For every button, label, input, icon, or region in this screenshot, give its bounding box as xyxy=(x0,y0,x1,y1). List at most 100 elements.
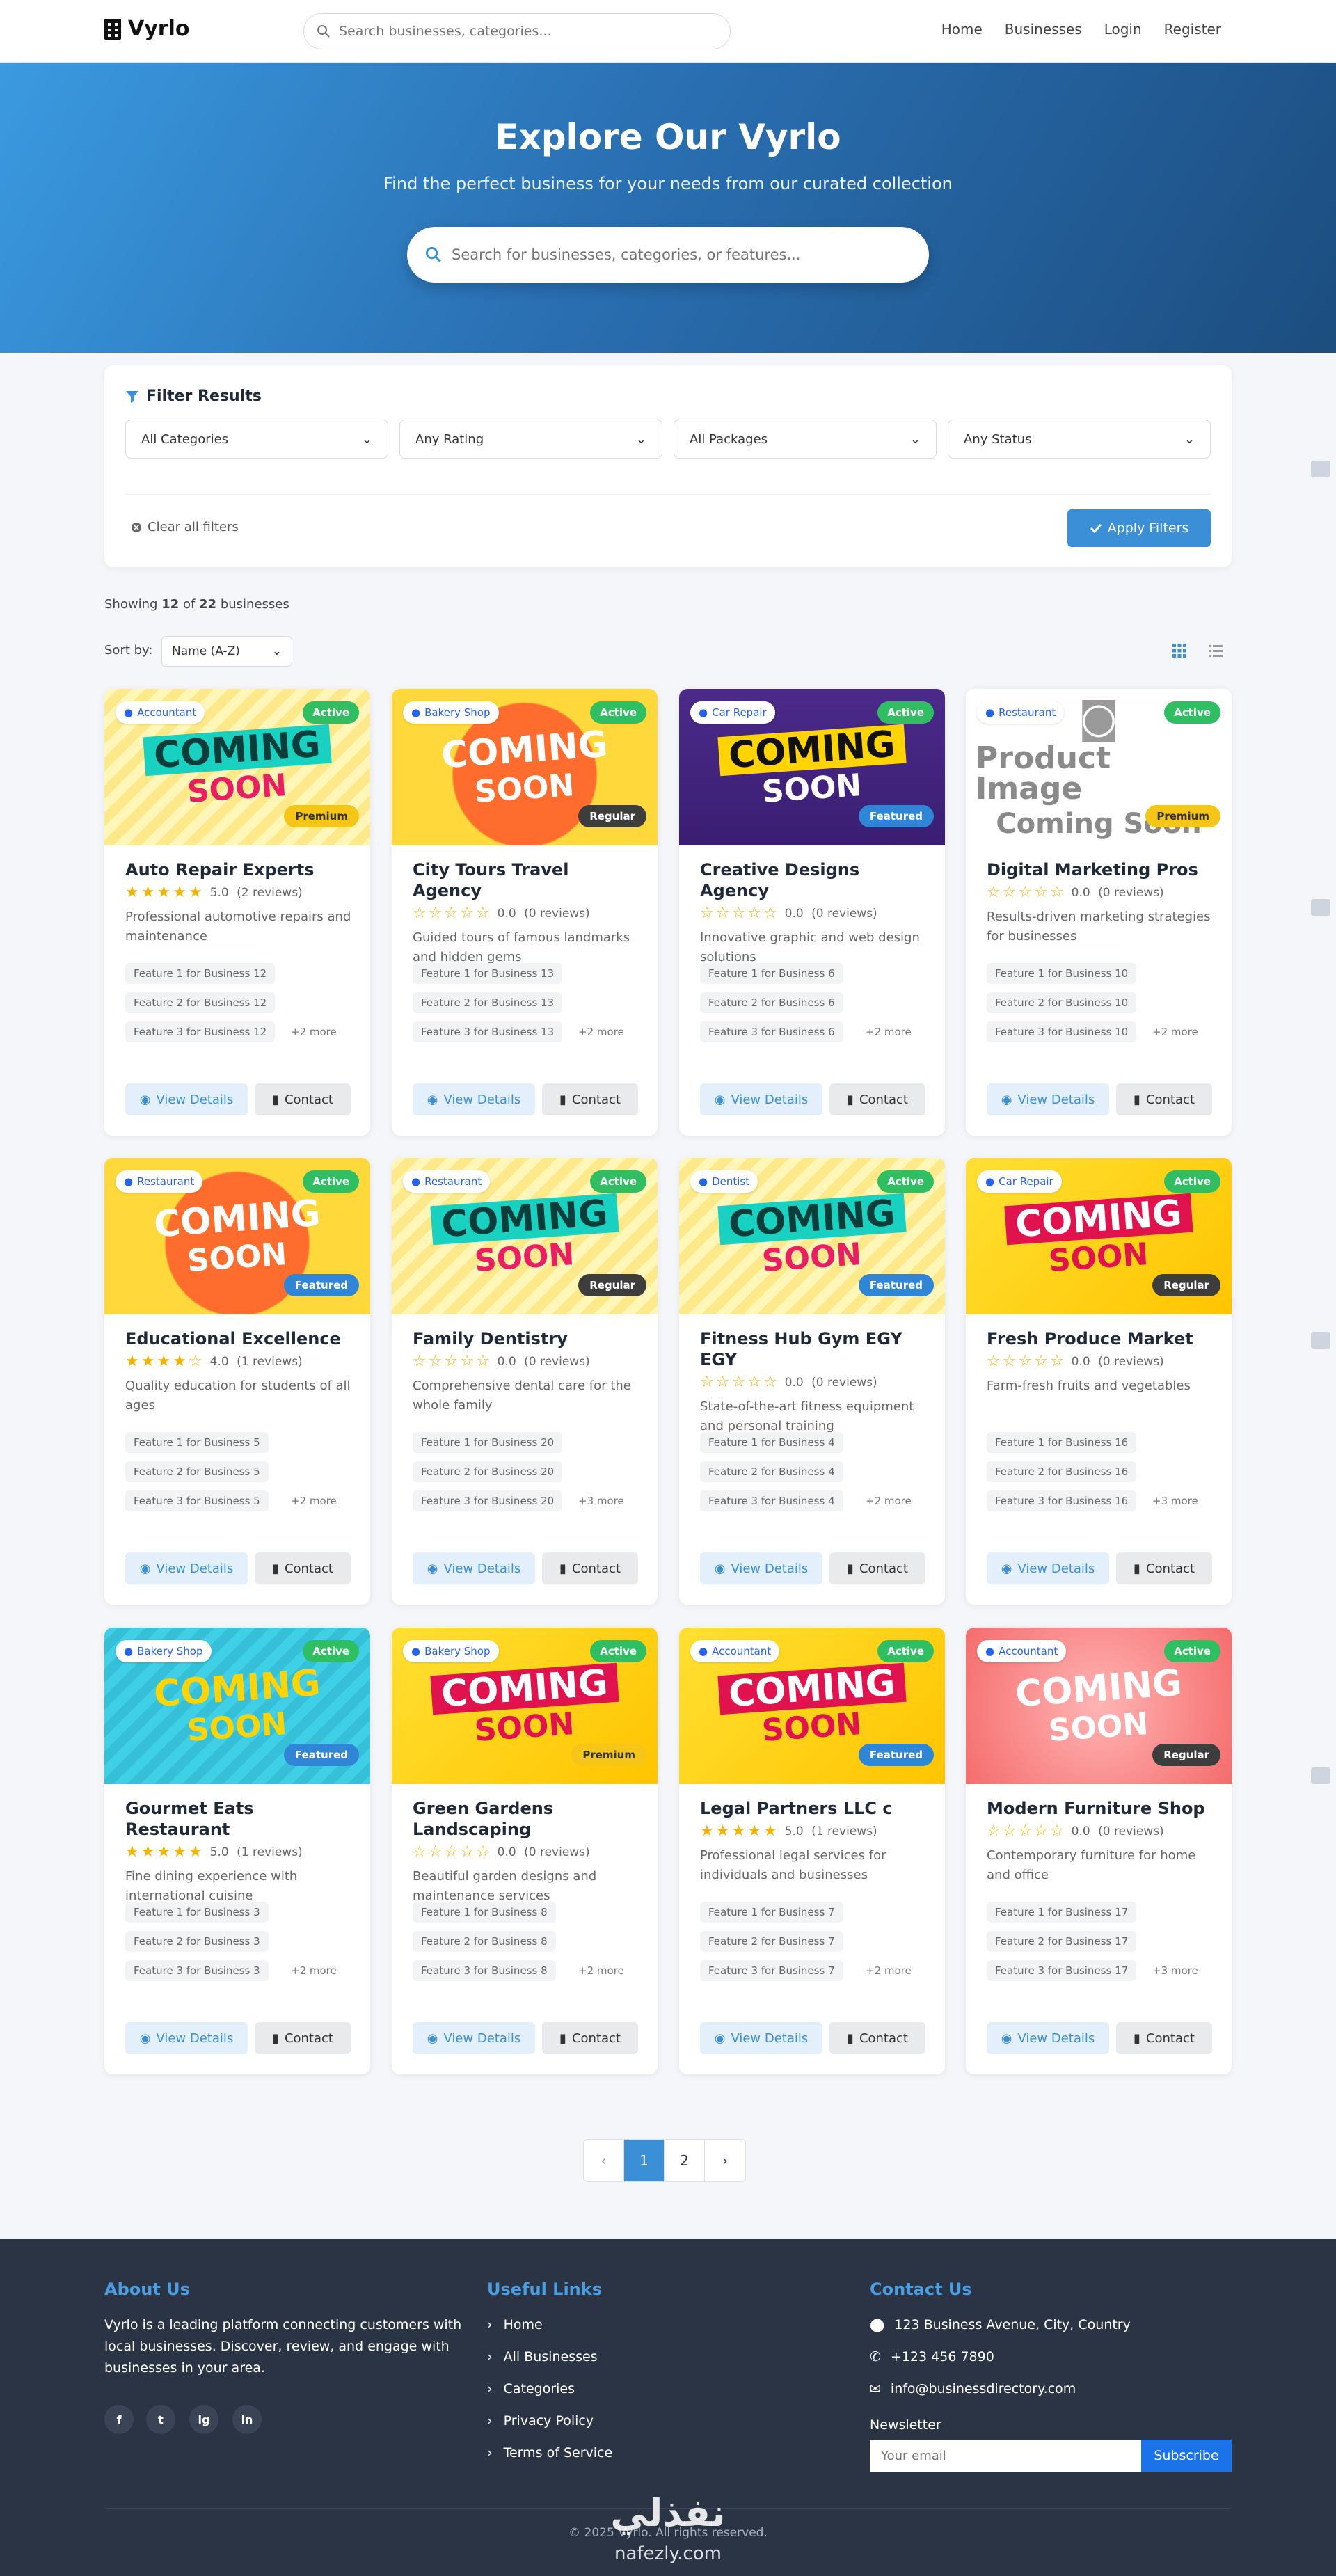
business-image[interactable]: COMING SOON ● Car Repair Active Regular xyxy=(966,1158,1232,1314)
contact-button[interactable]: ▮ Contact xyxy=(829,1083,925,1115)
business-card[interactable]: COMING SOON ● Dentist Active Featured Fit… xyxy=(679,1158,945,1605)
business-name[interactable]: Digital Marketing Pros xyxy=(987,859,1216,880)
view-details-button[interactable]: ◉ View Details xyxy=(987,1083,1109,1115)
business-image[interactable]: COMING SOON ● Bakery Shop Active Regular xyxy=(392,689,658,845)
star-empty-icon: ☆ xyxy=(428,1843,443,1861)
business-name[interactable]: Educational Excellence xyxy=(125,1328,355,1349)
business-name[interactable]: Legal Partners LLC c xyxy=(700,1798,930,1819)
business-name[interactable]: Modern Furniture Shop xyxy=(987,1798,1216,1819)
business-name[interactable]: Green Gardens Landscaping xyxy=(413,1798,642,1840)
category-select[interactable]: All Categories ⌄ xyxy=(125,420,388,459)
page-1-button[interactable]: 1 xyxy=(624,2140,665,2181)
business-name[interactable]: Fresh Produce Market xyxy=(987,1328,1216,1349)
business-card[interactable]: ◙ Product Image Coming Soon ● Restaurant … xyxy=(966,689,1232,1136)
instagram-icon[interactable]: ig xyxy=(189,2405,218,2434)
footer-link-home[interactable]: › Home xyxy=(487,2317,543,2332)
contact-button[interactable]: ▮ Contact xyxy=(542,1083,638,1115)
business-image[interactable]: COMING SOON ● Accountant Active Premium xyxy=(104,689,370,845)
business-image[interactable]: COMING SOON ● Dentist Active Featured xyxy=(679,1158,945,1314)
contact-button[interactable]: ▮ Contact xyxy=(255,1083,351,1115)
business-name[interactable]: City Tours Travel Agency xyxy=(413,859,642,901)
business-name[interactable]: Auto Repair Experts xyxy=(125,859,355,880)
status-badge: Active xyxy=(877,701,934,724)
nav-link-businesses[interactable]: Businesses xyxy=(1005,21,1082,38)
business-card[interactable]: COMING SOON ● Restaurant Active Regular F… xyxy=(392,1158,658,1605)
grid-view-icon[interactable] xyxy=(1172,643,1187,661)
side-mail-icon[interactable] xyxy=(1311,899,1330,916)
business-image[interactable]: COMING SOON ● Restaurant Active Regular xyxy=(392,1158,658,1314)
view-details-button[interactable]: ◉ View Details xyxy=(700,1552,822,1584)
business-name[interactable]: Fitness Hub Gym EGY EGY xyxy=(700,1328,930,1370)
prev-page-button[interactable]: ‹ xyxy=(584,2140,624,2181)
nav-link-home[interactable]: Home xyxy=(941,21,983,38)
footer-link-privacy[interactable]: › Privacy Policy xyxy=(487,2413,594,2428)
contact-button[interactable]: ▮ Contact xyxy=(1116,1083,1212,1115)
nav-link-register[interactable]: Register xyxy=(1164,21,1221,38)
sort-select[interactable]: Name (A-Z) ⌄ xyxy=(161,636,292,667)
business-image[interactable]: ◙ Product Image Coming Soon ● Restaurant … xyxy=(966,689,1232,845)
hero-search-box[interactable] xyxy=(407,227,929,283)
view-details-button[interactable]: ◉ View Details xyxy=(987,2022,1109,2054)
view-details-button[interactable]: ◉ View Details xyxy=(700,1083,822,1115)
business-card[interactable]: COMING SOON ● Restaurant Active Featured … xyxy=(104,1158,370,1605)
business-card[interactable]: COMING SOON ● Car Repair Active Featured … xyxy=(679,689,945,1136)
status-select[interactable]: Any Status ⌄ xyxy=(948,420,1211,459)
business-name[interactable]: Creative Designs Agency xyxy=(700,859,930,901)
side-mail-icon[interactable] xyxy=(1311,1332,1330,1349)
view-details-button[interactable]: ◉ View Details xyxy=(413,2022,535,2054)
business-image[interactable]: COMING SOON ● Accountant Active Regular xyxy=(966,1628,1232,1784)
business-card[interactable]: COMING SOON ● Accountant Active Regular M… xyxy=(966,1628,1232,2074)
footer-link-terms[interactable]: › Terms of Service xyxy=(487,2445,612,2460)
contact-button[interactable]: ▮ Contact xyxy=(829,1552,925,1584)
business-card[interactable]: COMING SOON ● Car Repair Active Regular F… xyxy=(966,1158,1232,1605)
list-view-icon[interactable] xyxy=(1208,643,1223,661)
contact-button[interactable]: ▮ Contact xyxy=(542,1552,638,1584)
side-mail-icon[interactable] xyxy=(1311,1767,1330,1784)
business-image[interactable]: COMING SOON ● Accountant Active Featured xyxy=(679,1628,945,1784)
contact-button[interactable]: ▮ Contact xyxy=(255,2022,351,2054)
twitter-icon[interactable]: t xyxy=(146,2405,175,2434)
side-mail-icon[interactable] xyxy=(1311,461,1330,477)
apply-filters-button[interactable]: Apply Filters xyxy=(1067,509,1211,547)
rating-select[interactable]: Any Rating ⌄ xyxy=(399,420,662,459)
page-2-button[interactable]: 2 xyxy=(665,2140,705,2181)
business-image[interactable]: COMING SOON ● Restaurant Active Featured xyxy=(104,1158,370,1314)
view-details-button[interactable]: ◉ View Details xyxy=(987,1552,1109,1584)
business-card[interactable]: COMING SOON ● Bakery Shop Active Regular … xyxy=(392,689,658,1136)
facebook-icon[interactable]: f xyxy=(104,2405,134,2434)
contact-button[interactable]: ▮ Contact xyxy=(1116,1552,1212,1584)
subscribe-button[interactable]: Subscribe xyxy=(1141,2440,1232,2472)
view-details-button[interactable]: ◉ View Details xyxy=(125,1083,248,1115)
contact-button[interactable]: ▮ Contact xyxy=(829,2022,925,2054)
business-name[interactable]: Family Dentistry xyxy=(413,1328,642,1349)
business-image[interactable]: COMING SOON ● Bakery Shop Active Premium xyxy=(392,1628,658,1784)
view-details-button[interactable]: ◉ View Details xyxy=(125,1552,248,1584)
package-select[interactable]: All Packages ⌄ xyxy=(674,420,937,459)
nav-link-login[interactable]: Login xyxy=(1104,21,1142,38)
business-image[interactable]: COMING SOON ● Bakery Shop Active Featured xyxy=(104,1628,370,1784)
business-image[interactable]: COMING SOON ● Car Repair Active Featured xyxy=(679,689,945,845)
view-details-button[interactable]: ◉ View Details xyxy=(413,1552,535,1584)
business-card[interactable]: COMING SOON ● Accountant Active Featured … xyxy=(679,1628,945,2074)
business-card[interactable]: COMING SOON ● Bakery Shop Active Featured… xyxy=(104,1628,370,2074)
nav-search-input[interactable] xyxy=(339,24,715,39)
linkedin-icon[interactable]: in xyxy=(232,2405,262,2434)
footer-link-categories[interactable]: › Categories xyxy=(487,2381,575,2396)
contact-button[interactable]: ▮ Contact xyxy=(255,1552,351,1584)
contact-button[interactable]: ▮ Contact xyxy=(542,2022,638,2054)
search-icon xyxy=(317,25,330,38)
business-card[interactable]: COMING SOON ● Accountant Active Premium A… xyxy=(104,689,370,1136)
contact-button[interactable]: ▮ Contact xyxy=(1116,2022,1212,2054)
business-card[interactable]: COMING SOON ● Bakery Shop Active Premium … xyxy=(392,1628,658,2074)
logo[interactable]: Vyrlo xyxy=(104,17,189,41)
nav-search-box[interactable] xyxy=(303,13,731,49)
view-details-button[interactable]: ◉ View Details xyxy=(413,1083,535,1115)
hero-search-input[interactable] xyxy=(452,246,897,263)
view-details-button[interactable]: ◉ View Details xyxy=(700,2022,822,2054)
footer-link-all-businesses[interactable]: › All Businesses xyxy=(487,2349,598,2364)
business-name[interactable]: Gourmet Eats Restaurant xyxy=(125,1798,355,1840)
next-page-button[interactable]: › xyxy=(705,2140,745,2181)
view-details-button[interactable]: ◉ View Details xyxy=(125,2022,248,2054)
clear-filters-link[interactable]: Clear all filters xyxy=(131,520,239,534)
newsletter-email-input[interactable] xyxy=(870,2440,1141,2472)
